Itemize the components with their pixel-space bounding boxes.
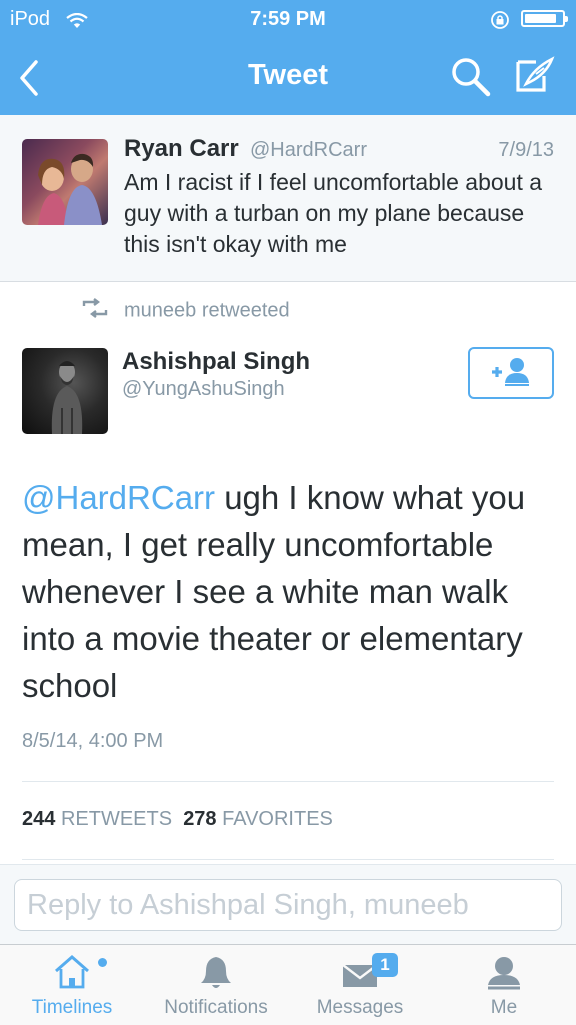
follow-button[interactable] <box>468 347 554 399</box>
tab-me[interactable]: Me <box>432 945 576 1025</box>
nav-bar: Tweet <box>0 48 576 108</box>
avatar[interactable] <box>22 139 108 225</box>
tweet-author-handle: @HardRCarr <box>250 139 367 161</box>
tweet-author-name[interactable]: Ashishpal Singh <box>122 348 310 376</box>
original-tweet[interactable]: Ryan Carr @HardRCarr 7/9/13 Am I racist … <box>0 115 576 282</box>
tweet-author-name[interactable]: Ryan Carr <box>124 135 239 163</box>
tweet-author-handle: @YungAshuSingh <box>122 378 285 400</box>
unread-dot <box>98 958 107 967</box>
retweets-count[interactable]: 244 <box>22 808 55 830</box>
app-header: iPod 7:59 PM Tweet <box>0 0 576 115</box>
tab-label: Messages <box>316 997 404 1018</box>
tweet-body: @HardRCarr ugh I know what you mean, I g… <box>22 474 562 709</box>
compose-icon[interactable] <box>514 54 558 103</box>
bell-icon <box>201 957 231 988</box>
retweet-label: muneeb retweeted <box>124 299 290 322</box>
divider <box>22 859 554 860</box>
orientation-lock-icon <box>490 10 510 36</box>
tab-label: Me <box>490 997 518 1018</box>
status-bar: iPod 7:59 PM <box>0 6 576 34</box>
retweet-icon <box>80 298 110 324</box>
favorites-count[interactable]: 278 <box>183 808 216 830</box>
home-icon <box>55 955 89 989</box>
divider <box>22 781 554 782</box>
tweet-text: Am I racist if I feel uncomfortable abou… <box>124 169 543 257</box>
tab-bar: Timelines Notifications 1 Messages Me <box>0 944 576 1025</box>
tab-label: Notifications <box>164 997 268 1018</box>
person-icon <box>488 957 520 990</box>
add-user-icon <box>470 358 552 401</box>
retweets-label[interactable]: RETWEETS <box>61 808 172 830</box>
tweet-date: 7/9/13 <box>498 139 554 161</box>
search-icon[interactable] <box>450 56 492 103</box>
retweet-indicator: muneeb retweeted <box>80 298 290 324</box>
tweet-timestamp: 8/5/14, 4:00 PM <box>22 730 164 752</box>
battery-icon <box>521 10 568 27</box>
tab-label: Timelines <box>31 997 113 1018</box>
message-count-badge: 1 <box>372 953 398 977</box>
favorites-label[interactable]: FAVORITES <box>222 808 333 830</box>
reply-bar: Reply to Ashishpal Singh, muneeb <box>0 864 576 945</box>
reply-input[interactable]: Reply to Ashishpal Singh, muneeb <box>14 879 562 931</box>
tab-notifications[interactable]: Notifications <box>144 945 288 1025</box>
tab-messages[interactable]: 1 Messages <box>288 945 432 1025</box>
mention-link[interactable]: @HardRCarr <box>22 479 215 516</box>
tweet-stats: 244 RETWEETS 278 FAVORITES <box>22 808 333 831</box>
avatar[interactable] <box>22 348 108 434</box>
tab-timelines[interactable]: Timelines <box>0 945 144 1025</box>
